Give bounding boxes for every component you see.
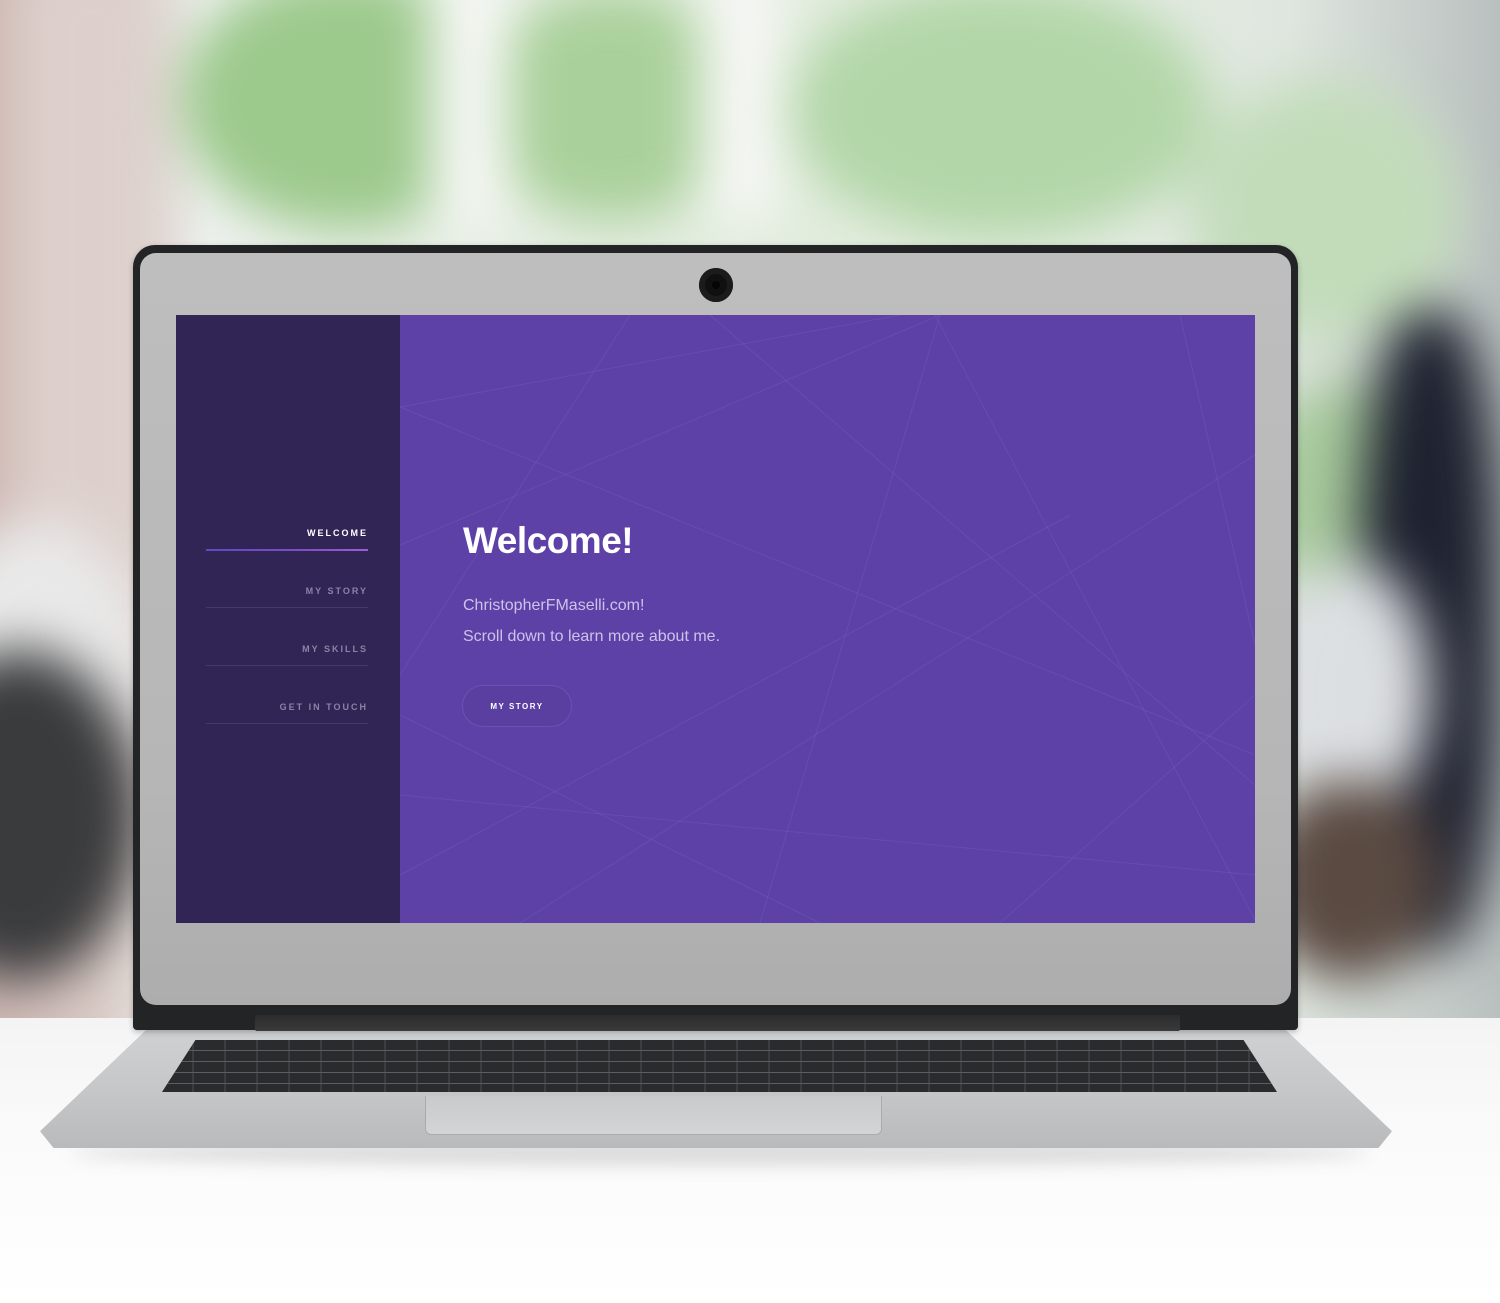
nav-item-my-skills[interactable]: MY SKILLS [206,631,368,689]
nav-item-my-story[interactable]: MY STORY [206,573,368,631]
nav-item-label: WELCOME [307,528,368,538]
website-screen: WELCOME MY STORY MY SKILLS GET IN TOUCH [176,315,1255,923]
laptop-keyboard [162,1040,1277,1092]
nav-item-label: MY SKILLS [302,644,368,654]
laptop-trackpad [425,1096,882,1135]
hero-section: Welcome! ChristopherFMaselli.com! Scroll… [400,315,1255,923]
nav-item-label: MY STORY [305,586,368,596]
background-line-pattern [400,315,1255,923]
nav-divider [206,723,368,724]
nav-divider [206,607,368,608]
laptop-hinge [255,1015,1180,1031]
webcam-icon [699,268,733,302]
nav-divider [206,665,368,666]
page-title: Welcome! [463,520,634,561]
my-story-button[interactable]: MY STORY [462,685,572,727]
sidebar-nav: WELCOME MY STORY MY SKILLS GET IN TOUCH [206,515,368,747]
nav-item-get-in-touch[interactable]: GET IN TOUCH [206,689,368,747]
scroll-hint-text: Scroll down to learn more about me. [463,628,721,645]
site-name-text: ChristopherFMaselli.com! [463,597,645,614]
active-underline [206,549,368,551]
nav-item-label: GET IN TOUCH [279,702,368,712]
nav-item-welcome[interactable]: WELCOME [206,515,368,573]
sidebar: WELCOME MY STORY MY SKILLS GET IN TOUCH [176,315,400,923]
